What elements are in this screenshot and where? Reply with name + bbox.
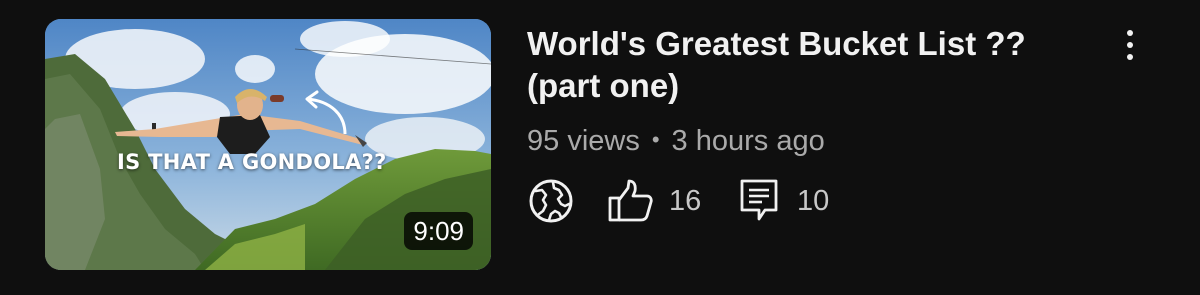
globe-icon [527,178,575,224]
like-count: 16 [669,185,702,217]
more-options-button[interactable] [1112,22,1148,68]
comment-icon [739,178,781,224]
more-vertical-icon [1127,30,1133,36]
duration-badge: 9:09 [404,212,473,250]
video-card: IS THAT A GONDOLA?? 9:09 World's Greates… [0,0,1200,295]
thumbnail-caption: IS THAT A GONDOLA?? [117,150,387,174]
upload-age: 3 hours ago [671,125,825,157]
view-count: 95 views [527,125,640,157]
video-metadata: 95 views • 3 hours ago [527,122,825,162]
thumbs-up-icon [607,178,653,224]
video-title[interactable]: World's Greatest Bucket List ?? (part on… [527,23,1067,107]
video-thumbnail[interactable]: IS THAT A GONDOLA?? 9:09 [45,19,491,270]
meta-separator: • [651,127,660,152]
comment-count: 10 [797,185,830,217]
